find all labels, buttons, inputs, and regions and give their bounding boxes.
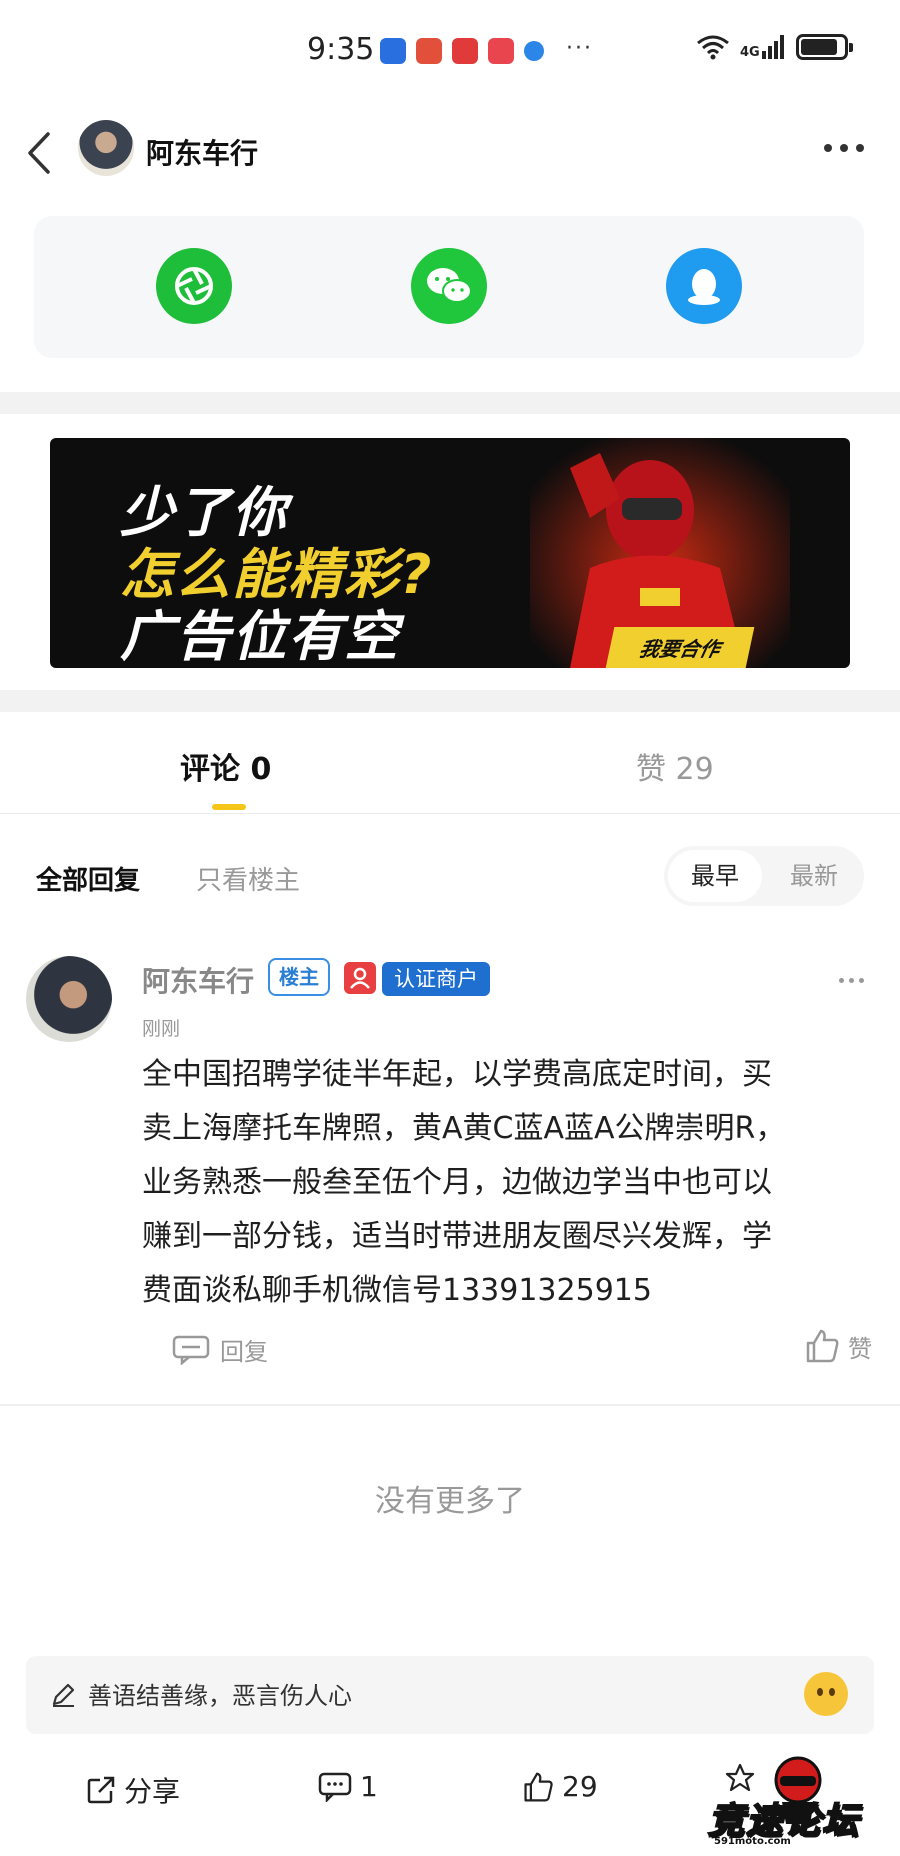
back-arrow-icon[interactable] (22, 130, 62, 176)
cooperate-button[interactable]: 我要合作 (605, 627, 755, 668)
comment-line: 费面谈私聊手机微信号13391325915 (142, 1273, 652, 1308)
thumbs-up-icon (524, 1772, 553, 1801)
filter-op-only[interactable]: 只看楼主 (196, 860, 300, 897)
pen-icon (52, 1683, 75, 1707)
op-badge: 楼主 (268, 958, 330, 996)
share-moments-button[interactable] (156, 248, 232, 324)
comment-line: 业务熟悉一般叁至伍个月，边做边学当中也可以 (142, 1165, 772, 1200)
forum-watermark-logo: 竞速论坛 591moto.com (700, 1752, 896, 1852)
share-label: 分享 (124, 1775, 181, 1808)
battery-icon (795, 34, 853, 60)
banner-headline-3: 广告位有空 (120, 605, 400, 668)
comment-line: 卖上海摩托车牌照，黄A黄C蓝A蓝A公牌崇明R， (142, 1111, 786, 1146)
share-wechat-button[interactable] (411, 248, 487, 324)
comment-input-placeholder: 善语结善缘，恶言伤人心 (88, 1682, 352, 1710)
comment-like-button[interactable]: 赞 (804, 1328, 872, 1364)
end-of-list-text: 没有更多了 (375, 1484, 525, 1519)
merchant-user-icon (344, 962, 376, 994)
cellular-indicator: 4G (740, 35, 786, 59)
comment-like-tabs: 评论 0 赞 29 (0, 714, 900, 814)
ad-banner[interactable]: 少了你 怎么能精彩? 广告位有空 我要合作 (50, 438, 850, 668)
share-qq-button[interactable] (666, 248, 742, 324)
sort-latest-button[interactable]: 最新 (768, 850, 860, 902)
more-notifications-icon: ··· (566, 36, 593, 61)
favorite-star-icon[interactable] (724, 1762, 756, 1794)
comment-divider (0, 1404, 900, 1406)
comment-author-avatar[interactable] (26, 956, 112, 1042)
status-bar: 9:35 ··· 4G (0, 0, 900, 104)
app-notification-icon (416, 38, 442, 64)
section-divider (0, 392, 900, 414)
share-panel (34, 216, 864, 358)
wifi-icon (697, 35, 729, 60)
comment-count-action[interactable]: 1 (318, 1770, 378, 1803)
reply-label: 回复 (220, 1338, 268, 1366)
thumbs-up-icon (806, 1329, 839, 1363)
comment-like-label: 赞 (848, 1334, 872, 1363)
watermark-subtext: 591moto.com (714, 1836, 791, 1847)
comment-input[interactable]: 善语结善缘，恶言伤人心 (26, 1656, 874, 1734)
network-type-label: 4G (740, 45, 760, 60)
active-tab-indicator (212, 804, 246, 810)
comment-line: 全中国招聘学徒半年起，以学费高底定时间，买 (142, 1057, 772, 1092)
reply-bubble-icon (172, 1335, 210, 1365)
bottom-action-bar: 善语结善缘，恶言伤人心 分享 1 29 竞速论坛 591moto.com (0, 1636, 900, 1856)
status-time: 9:35 (307, 32, 375, 67)
app-notification-icon (452, 38, 478, 64)
section-divider (0, 690, 900, 712)
comment-line: 赚到一部分钱，适当时带进朋友圈尽兴发辉，学 (142, 1219, 772, 1254)
signal-icon (761, 35, 784, 59)
comment-count: 1 (360, 1770, 378, 1803)
moments-shutter-icon (175, 267, 213, 305)
like-action[interactable]: 29 (522, 1770, 598, 1803)
comment-author-name[interactable]: 阿东车行 (142, 960, 254, 1000)
comment-more-icon[interactable] (839, 978, 864, 983)
tab-comments[interactable]: 评论 0 (180, 744, 271, 788)
qq-penguin-icon (688, 269, 720, 305)
emoji-icon[interactable] (804, 1672, 848, 1716)
filter-all-replies[interactable]: 全部回复 (36, 860, 140, 897)
more-options-icon[interactable] (824, 144, 864, 152)
app-notification-icon (488, 38, 514, 64)
app-notification-icon (524, 41, 544, 61)
page-title: 阿东车行 (146, 137, 259, 170)
battery-level (800, 39, 837, 55)
top-nav-bar: 阿东车行 (0, 104, 900, 200)
wechat-icon (427, 268, 472, 303)
comment-body: 全中国招聘学徒半年起，以学费高底定时间，买 卖上海摩托车牌照，黄A黄C蓝A蓝A公… (142, 1048, 862, 1318)
share-action[interactable]: 分享 (86, 1770, 180, 1810)
comment-icon (318, 1772, 352, 1802)
tab-likes[interactable]: 赞 29 (636, 744, 714, 788)
sort-earliest-button[interactable]: 最早 (668, 850, 762, 902)
comment-timestamp: 刚刚 (142, 1018, 181, 1040)
author-avatar[interactable] (78, 120, 134, 176)
like-count: 29 (562, 1770, 598, 1803)
app-notification-icon (380, 38, 406, 64)
share-icon (87, 1776, 115, 1804)
notification-icons (380, 38, 544, 64)
verified-merchant-badge: 认证商户 (382, 962, 490, 996)
reply-button[interactable]: 回复 (172, 1332, 268, 1367)
sort-toggle: 最早 最新 (664, 846, 864, 906)
